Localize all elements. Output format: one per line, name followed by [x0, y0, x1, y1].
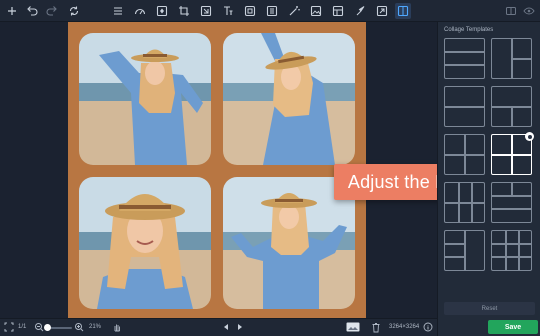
- text-icon[interactable]: [220, 3, 236, 19]
- redo-icon[interactable]: [44, 3, 60, 19]
- fit-screen-icon[interactable]: [4, 322, 14, 334]
- eye-icon[interactable]: [521, 3, 537, 19]
- zoom-level: 21%: [89, 324, 102, 330]
- template-3[interactable]: [444, 86, 485, 127]
- canvas-area: Adjust the Frame: [0, 22, 502, 318]
- frame-icon[interactable]: [242, 3, 258, 19]
- photo-cell-3[interactable]: [79, 177, 211, 309]
- trash-icon[interactable]: [371, 322, 381, 335]
- next-arrow-icon[interactable]: [236, 323, 244, 333]
- template-5[interactable]: [444, 134, 485, 175]
- collage-icon[interactable]: [395, 3, 411, 19]
- layers-icon[interactable]: [264, 3, 280, 19]
- image-preview-icon[interactable]: [346, 322, 360, 334]
- image-icon[interactable]: [308, 3, 324, 19]
- template-9[interactable]: [444, 230, 485, 271]
- brush-icon[interactable]: [352, 3, 368, 19]
- menu-icon[interactable]: [110, 3, 126, 19]
- hand-tool-icon[interactable]: [112, 322, 122, 334]
- add-icon[interactable]: [4, 3, 20, 19]
- zoom-in-icon[interactable]: [74, 322, 84, 334]
- crop-icon[interactable]: [176, 3, 192, 19]
- template-2[interactable]: [491, 38, 532, 79]
- zoom-out-icon[interactable]: [34, 322, 44, 334]
- bottom-bar: 1/1 21% 3264×3264: [0, 318, 437, 336]
- template-1[interactable]: [444, 38, 485, 79]
- reset-button[interactable]: Reset: [444, 302, 535, 315]
- template-6-selected[interactable]: [491, 132, 534, 175]
- page-indicator: 1/1: [18, 324, 27, 330]
- template-icon[interactable]: [330, 3, 346, 19]
- template-8[interactable]: [491, 182, 532, 223]
- image-dimensions: 3264×3264: [389, 324, 420, 330]
- enhance-icon[interactable]: [154, 3, 170, 19]
- settings-icon[interactable]: [525, 132, 534, 141]
- photo-cell-2[interactable]: [223, 33, 355, 165]
- info-icon[interactable]: [423, 322, 433, 334]
- template-7[interactable]: [444, 182, 485, 223]
- export-icon[interactable]: [374, 3, 390, 19]
- adjust-icon[interactable]: [132, 3, 148, 19]
- panel-title: Collage Templates: [444, 27, 494, 33]
- zoom-slider-handle[interactable]: [44, 324, 51, 331]
- save-button[interactable]: Save: [488, 320, 538, 334]
- template-10[interactable]: [491, 230, 532, 271]
- undo-icon[interactable]: [24, 3, 40, 19]
- photo-cell-1[interactable]: [79, 33, 211, 165]
- collage-templates-panel: Collage Templates Reset: [437, 22, 540, 336]
- transform-icon[interactable]: [198, 3, 214, 19]
- collage-canvas[interactable]: [68, 22, 366, 318]
- template-4[interactable]: [491, 86, 532, 127]
- magic-wand-icon[interactable]: [286, 3, 302, 19]
- compare-icon[interactable]: [503, 3, 519, 19]
- previous-arrow-icon[interactable]: [222, 323, 230, 333]
- refresh-icon[interactable]: [66, 3, 82, 19]
- top-toolbar: [0, 0, 540, 22]
